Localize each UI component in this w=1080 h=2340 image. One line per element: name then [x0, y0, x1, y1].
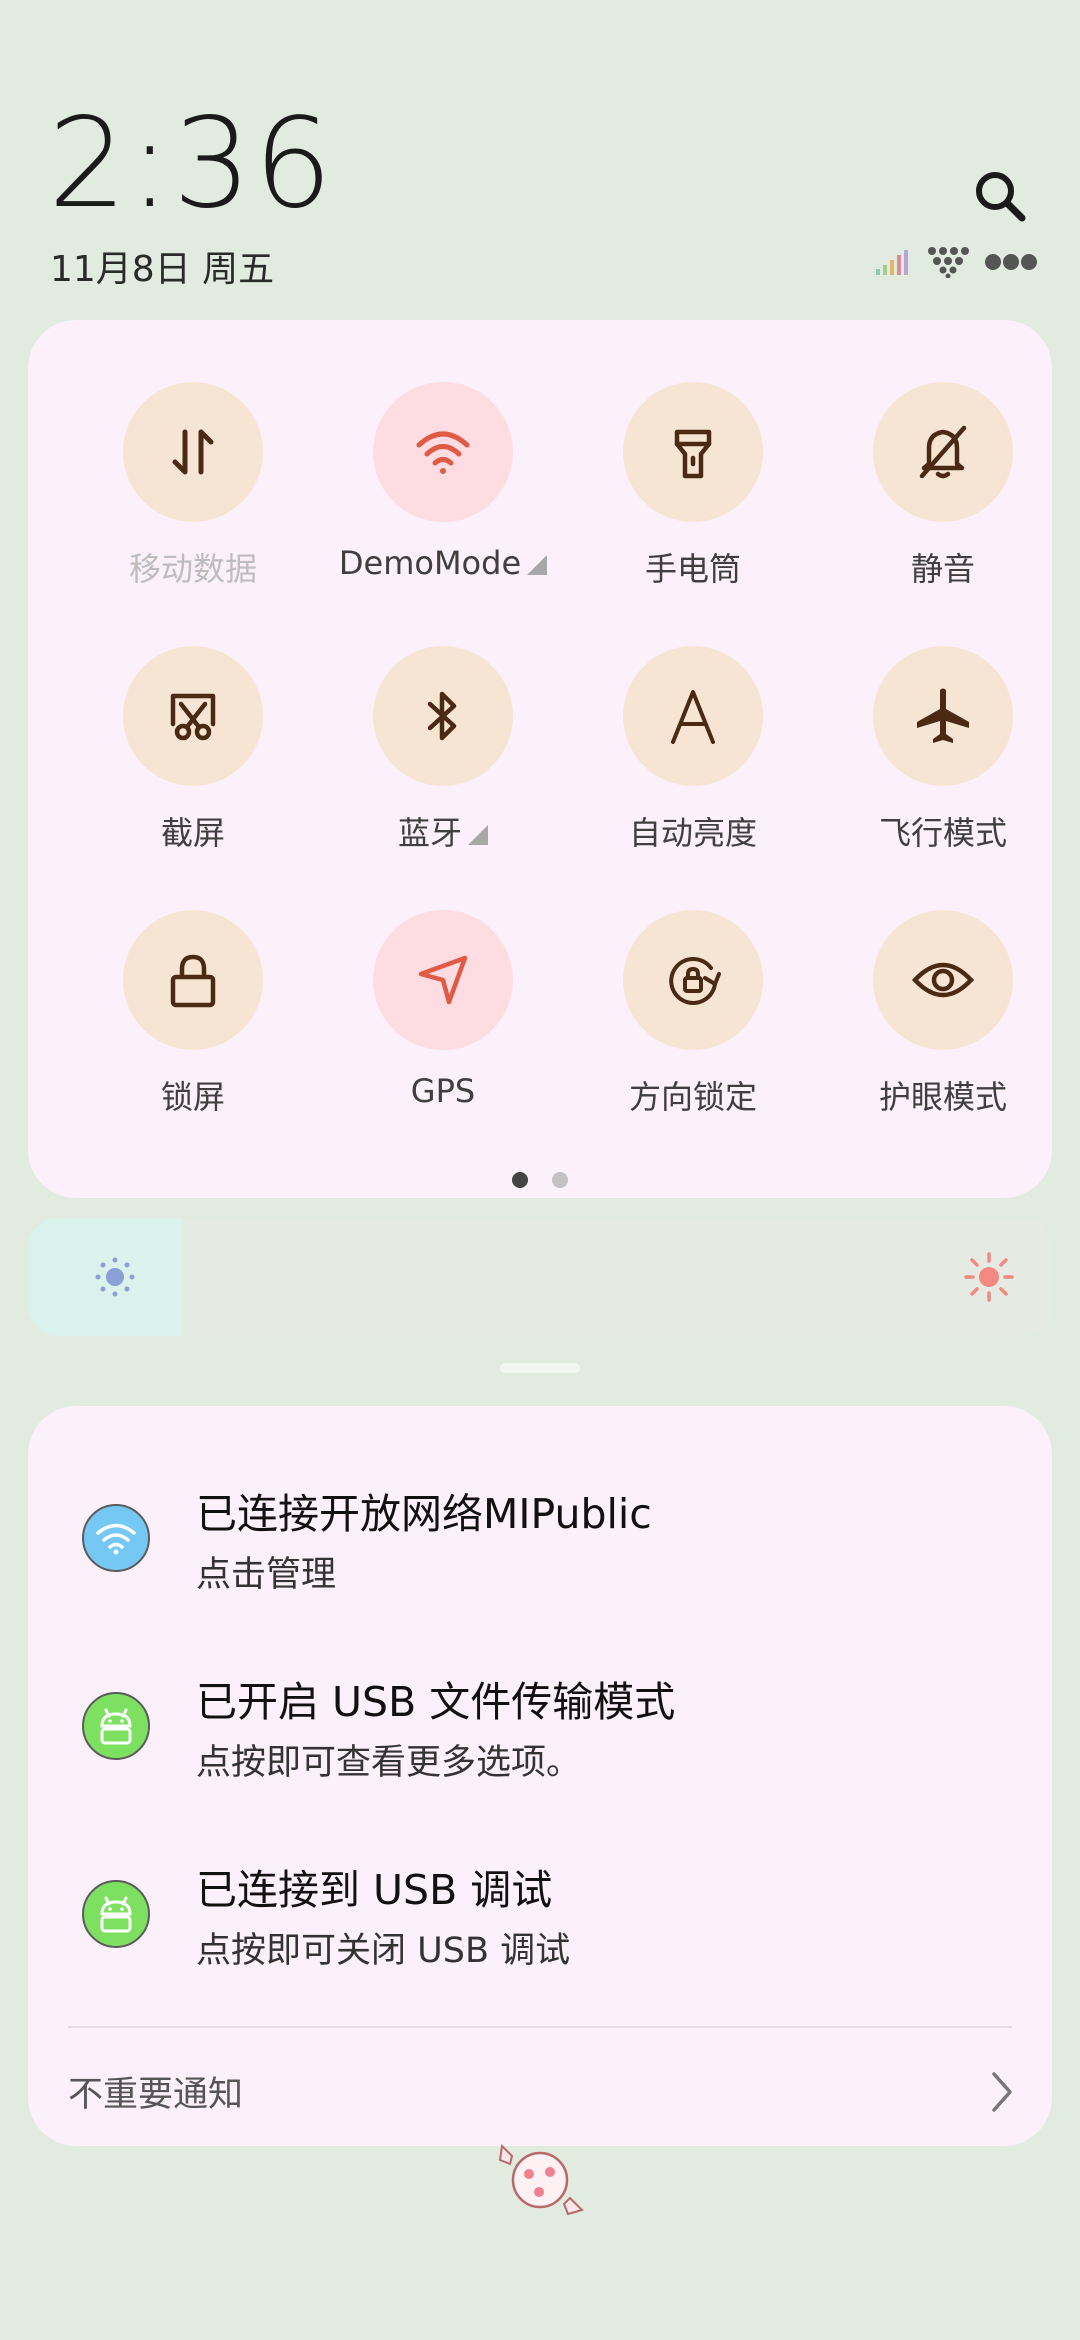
brightness-slider[interactable]	[28, 1218, 1052, 1336]
unimportant-notifications-link[interactable]: 不重要通知	[68, 2066, 243, 2117]
status-bar-icons	[876, 246, 1040, 278]
bluetooth-icon	[373, 646, 513, 786]
tile-gps[interactable]: GPS	[318, 910, 568, 1110]
lock-icon	[123, 910, 263, 1050]
android-icon	[82, 1692, 150, 1760]
divider	[68, 2026, 1012, 2028]
wifi-hearts-icon	[928, 247, 969, 278]
tile-airplane-mode[interactable]: 飞行模式	[818, 646, 1068, 854]
notification-subtitle: 点按即可查看更多选项。	[196, 1743, 582, 1783]
notification-title: 已连接到 USB 调试	[196, 1866, 553, 1914]
search-icon[interactable]	[972, 168, 1028, 224]
clock-time: 2:36	[48, 92, 335, 236]
wifi-icon	[82, 1504, 150, 1572]
tile-label: 自动亮度	[628, 814, 757, 852]
candy-clear-icon[interactable]	[498, 2140, 584, 2218]
tile-label: 飞行模式	[878, 814, 1007, 852]
tile-label: 截屏	[160, 814, 225, 852]
tile-label: 护眼模式	[878, 1078, 1007, 1116]
quick-settings-panel: 移动数据 DemoMode 手电筒 静音 截屏 蓝牙 自动亮度 飞行模式 锁屏 …	[28, 320, 1052, 1198]
data-arrows-icon	[123, 382, 263, 522]
airplane-icon	[873, 646, 1013, 786]
eye-icon	[873, 910, 1013, 1050]
tile-label: 方向锁定	[628, 1078, 757, 1116]
notification-usb-debugging[interactable]: 已连接到 USB 调试 点按即可关闭 USB 调试	[28, 1844, 1052, 2004]
tile-wifi[interactable]: DemoMode	[318, 382, 568, 582]
auto-brightness-icon	[623, 646, 763, 786]
tile-mobile-data[interactable]: 移动数据	[68, 382, 318, 590]
tile-bluetooth[interactable]: 蓝牙	[318, 646, 568, 854]
tile-mute[interactable]: 静音	[818, 382, 1068, 590]
tile-label: 手电筒	[644, 550, 741, 588]
tile-rotation-lock[interactable]: 方向锁定	[568, 910, 818, 1118]
android-icon	[82, 1880, 150, 1948]
notification-subtitle: 点按即可关闭 USB 调试	[196, 1931, 571, 1971]
tile-label: 锁屏	[160, 1078, 225, 1116]
tile-label: DemoMode	[318, 544, 568, 582]
notification-title: 已开启 USB 文件传输模式	[196, 1678, 676, 1726]
notification-usb-transfer[interactable]: 已开启 USB 文件传输模式 点按即可查看更多选项。	[28, 1656, 1052, 1816]
notification-wifi[interactable]: 已连接开放网络MIPublic 点击管理	[28, 1468, 1052, 1628]
brightness-low-icon	[95, 1257, 135, 1297]
tile-lock-screen[interactable]: 锁屏	[68, 910, 318, 1118]
tile-flashlight[interactable]: 手电筒	[568, 382, 818, 590]
clock-date: 11月8日 周五	[50, 249, 275, 290]
notification-panel: 已连接开放网络MIPublic 点击管理 已开启 USB 文件传输模式 点按即可…	[28, 1406, 1052, 2146]
tile-label: 蓝牙	[318, 808, 568, 854]
notification-subtitle: 点击管理	[196, 1555, 337, 1595]
tile-auto-brightness[interactable]: 自动亮度	[568, 646, 818, 854]
battery-icon	[985, 254, 1037, 270]
location-icon	[373, 910, 513, 1050]
tile-label: GPS	[410, 1072, 476, 1110]
expand-triangle-icon[interactable]	[527, 555, 548, 575]
rotation-lock-icon	[623, 910, 763, 1050]
chevron-right-icon[interactable]	[988, 2070, 1016, 2114]
notification-title: 已连接开放网络MIPublic	[196, 1490, 652, 1538]
brightness-high-icon	[964, 1252, 1014, 1302]
wifi-icon	[373, 382, 513, 522]
page-indicator[interactable]	[552, 1172, 568, 1188]
flashlight-icon	[623, 382, 763, 522]
expand-triangle-icon[interactable]	[468, 825, 488, 845]
signal-icon	[876, 250, 908, 275]
drag-handle[interactable]	[500, 1363, 580, 1373]
tile-label: 移动数据	[128, 550, 257, 588]
tile-label: 静音	[910, 550, 975, 588]
tile-screenshot[interactable]: 截屏	[68, 646, 318, 854]
bell-off-icon	[873, 382, 1013, 522]
screenshot-icon	[123, 646, 263, 786]
page-indicator-active	[512, 1172, 528, 1188]
tile-eye-protection[interactable]: 护眼模式	[818, 910, 1068, 1118]
